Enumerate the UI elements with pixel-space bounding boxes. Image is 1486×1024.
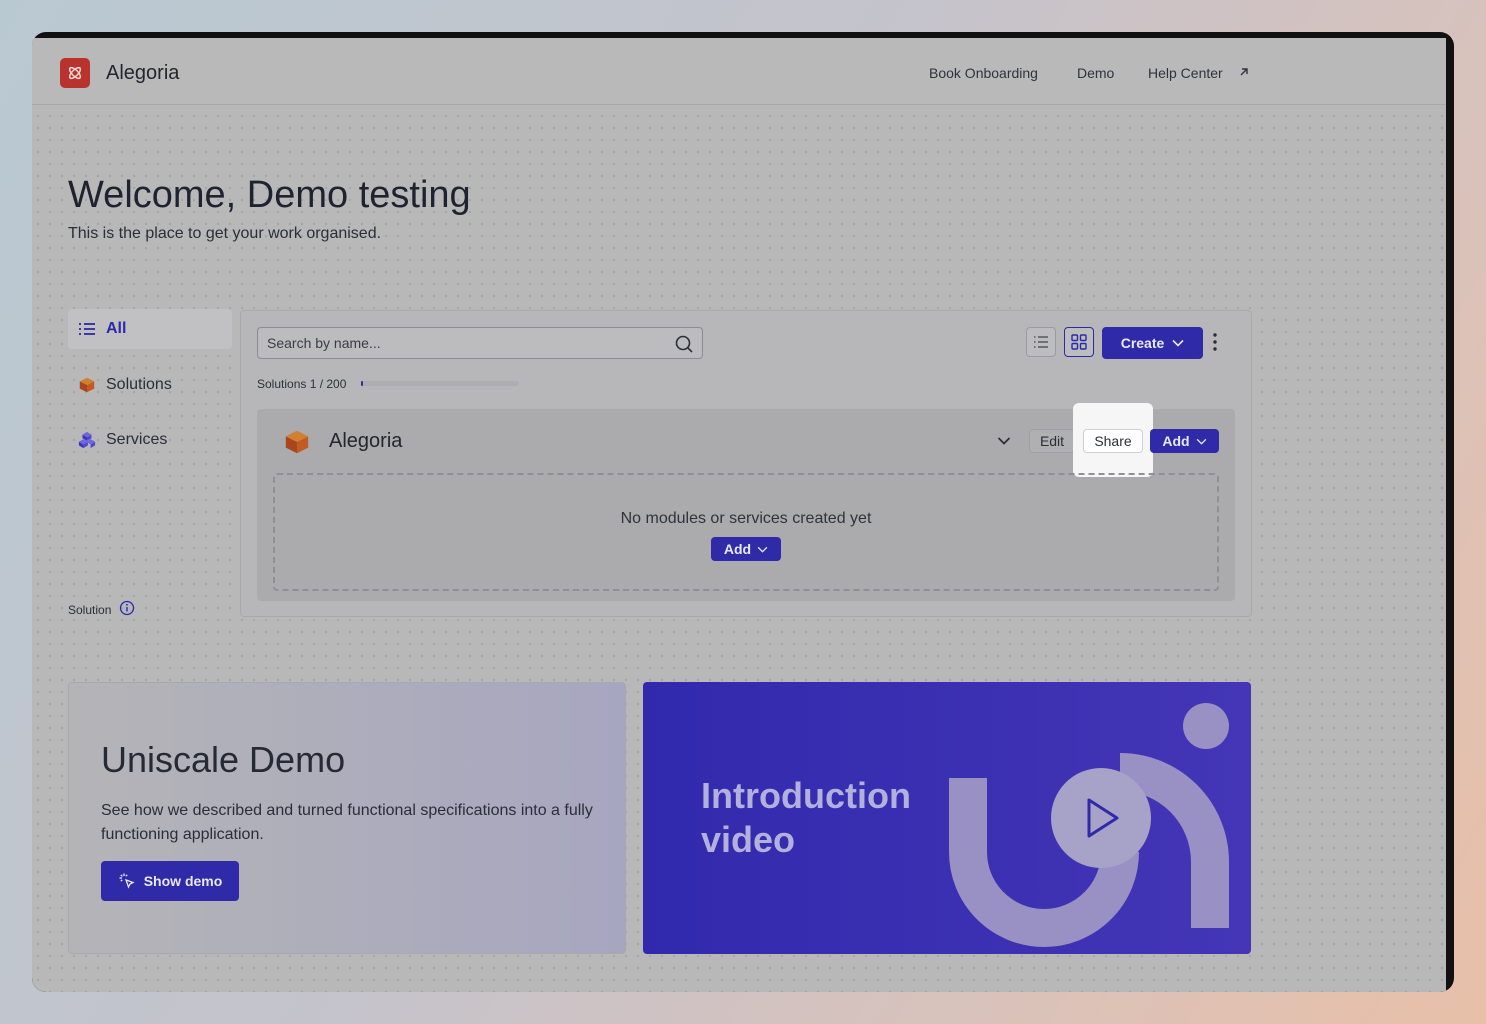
create-button-label: Create bbox=[1120, 335, 1165, 351]
app-screen: Alegoria Book Onboarding Demo Help Cente… bbox=[32, 38, 1446, 992]
nav-demo[interactable]: Demo bbox=[1077, 65, 1114, 81]
brand-name: Alegoria bbox=[106, 62, 180, 84]
empty-add-button[interactable]: Add bbox=[711, 537, 781, 561]
chevron-down-icon[interactable] bbox=[997, 433, 1011, 451]
solution-title: Alegoria bbox=[329, 430, 403, 452]
uniscale-logo-art bbox=[949, 703, 1229, 947]
solution-info-label: Solution bbox=[68, 602, 112, 617]
sidebar-item-solutions[interactable]: Solutions bbox=[68, 365, 232, 405]
play-button[interactable] bbox=[1051, 768, 1151, 868]
grid-view-icon bbox=[1071, 334, 1087, 350]
empty-modules-dropzone: No modules or services created yet Add bbox=[273, 473, 1219, 591]
search-placeholder: Search by name... bbox=[267, 335, 381, 351]
page-title: Welcome, Demo testing bbox=[68, 174, 471, 216]
edit-button[interactable]: Edit bbox=[1029, 429, 1075, 453]
chevron-down-icon bbox=[1172, 339, 1184, 347]
solutions-usage-fill bbox=[361, 381, 363, 386]
sidebar-item-label: Solutions bbox=[106, 376, 172, 393]
chevron-down-icon bbox=[1196, 438, 1206, 445]
demo-title: Uniscale Demo bbox=[101, 739, 346, 780]
more-options-icon[interactable] bbox=[1213, 333, 1217, 356]
show-demo-button[interactable]: Show demo bbox=[101, 861, 239, 901]
search-input[interactable]: Search by name... bbox=[257, 327, 703, 359]
nav-book-onboarding[interactable]: Book Onboarding bbox=[929, 65, 1038, 81]
share-button[interactable]: Share bbox=[1083, 429, 1143, 453]
list-view-icon bbox=[1034, 336, 1048, 348]
app-window: Alegoria Book Onboarding Demo Help Cente… bbox=[32, 32, 1454, 992]
demo-card: Uniscale Demo See how we described and t… bbox=[68, 682, 626, 954]
add-button[interactable]: Add bbox=[1150, 429, 1219, 453]
search-icon[interactable] bbox=[674, 334, 694, 357]
solution-cube-icon bbox=[78, 376, 96, 394]
introduction-video-card[interactable]: Introduction video bbox=[643, 682, 1251, 954]
sidebar-item-services[interactable]: Services bbox=[68, 420, 232, 460]
list-view-button[interactable] bbox=[1026, 327, 1056, 357]
sidebar-item-all[interactable]: All bbox=[68, 309, 232, 349]
nav-help-center[interactable]: Help Center bbox=[1148, 65, 1223, 81]
empty-state-text: No modules or services created yet bbox=[620, 510, 872, 527]
top-navigation-bar: Alegoria Book Onboarding Demo Help Cente… bbox=[32, 38, 1446, 105]
play-icon bbox=[1087, 798, 1119, 838]
page-subtitle: This is the place to get your work organ… bbox=[68, 225, 382, 242]
solution-card: Alegoria Edit Share Add No modules or se… bbox=[257, 403, 1235, 601]
brand-logo-icon[interactable] bbox=[60, 58, 90, 88]
empty-add-label: Add bbox=[723, 541, 752, 557]
sidebar-item-label: All bbox=[106, 320, 127, 337]
cursor-click-icon bbox=[119, 873, 135, 889]
solutions-usage-bar bbox=[361, 381, 519, 386]
solutions-panel: Search by name... Create Solutions 1 / 2… bbox=[240, 310, 1252, 617]
grid-view-button[interactable] bbox=[1064, 327, 1094, 357]
service-cubes-icon bbox=[78, 431, 96, 449]
add-button-label: Add bbox=[1162, 433, 1190, 449]
solutions-count: Solutions 1 / 200 bbox=[257, 377, 347, 391]
show-demo-label: Show demo bbox=[143, 873, 223, 889]
solution-info: Solution bbox=[68, 600, 135, 619]
solution-cube-icon bbox=[283, 428, 311, 461]
sidebar-item-label: Services bbox=[106, 431, 168, 448]
list-icon bbox=[78, 320, 96, 338]
external-link-icon[interactable] bbox=[1238, 65, 1250, 83]
demo-description: See how we described and turned function… bbox=[101, 802, 593, 843]
info-icon[interactable] bbox=[119, 600, 135, 619]
create-button[interactable]: Create bbox=[1102, 327, 1203, 359]
chevron-down-icon bbox=[757, 546, 768, 553]
